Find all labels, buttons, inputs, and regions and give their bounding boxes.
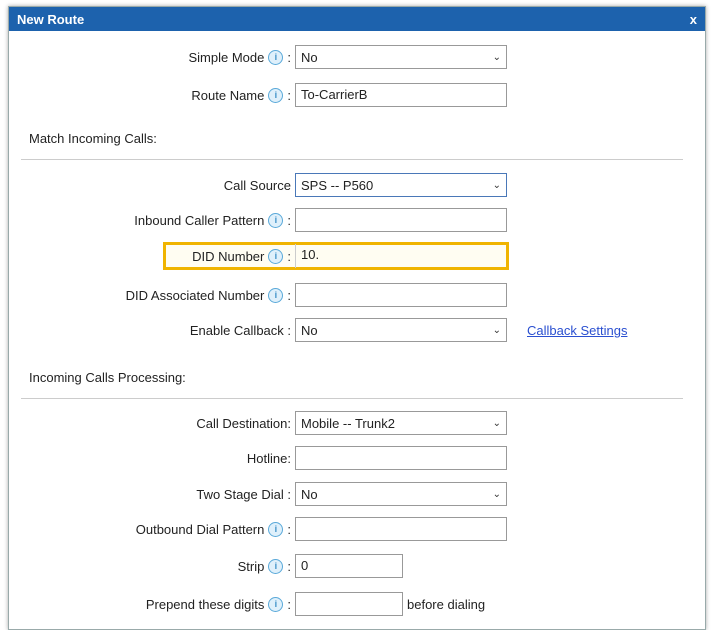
colon: :	[287, 597, 291, 612]
divider	[21, 159, 683, 160]
callback-settings-link[interactable]: Callback Settings	[527, 323, 627, 338]
call-source-label: Call Source	[223, 178, 291, 193]
chevron-down-icon: ⌄	[492, 51, 501, 63]
did-number-label: DID Number	[192, 249, 265, 264]
outbound-dial-pattern-row: Outbound Dial Pattern i:	[9, 517, 705, 543]
colon: :	[287, 559, 291, 574]
info-icon[interactable]: i	[268, 597, 284, 612]
prepend-input[interactable]	[295, 592, 403, 616]
did-associated-label: DID Associated Number	[125, 288, 265, 303]
route-name-input[interactable]: To-CarrierB	[295, 83, 507, 107]
call-destination-value: Mobile -- Trunk2	[301, 415, 395, 431]
colon: :	[287, 213, 291, 228]
strip-row: Strip i: 0	[9, 554, 705, 580]
two-stage-dial-row: Two Stage Dial : No ⌄	[9, 482, 705, 508]
info-icon[interactable]: i	[268, 559, 284, 574]
info-icon[interactable]: i	[268, 213, 284, 228]
close-icon[interactable]: x	[690, 12, 697, 27]
simple-mode-select[interactable]: No ⌄	[295, 45, 507, 69]
enable-callback-select[interactable]: No ⌄	[295, 318, 507, 342]
hotline-input[interactable]	[295, 446, 507, 470]
info-icon[interactable]: i	[268, 288, 284, 303]
section-match-incoming: Match Incoming Calls:	[29, 131, 157, 146]
route-name-row: Route Name i: To-CarrierB	[9, 83, 705, 109]
strip-input[interactable]: 0	[295, 554, 403, 578]
colon: :	[287, 50, 291, 65]
outbound-dial-pattern-input[interactable]	[295, 517, 507, 541]
call-source-row: Call Source SPS -- P560 ⌄	[9, 173, 705, 199]
enable-callback-label: Enable Callback :	[189, 323, 291, 338]
chevron-down-icon: ⌄	[492, 417, 501, 429]
info-icon[interactable]: i	[268, 88, 284, 103]
colon: :	[287, 88, 291, 103]
colon: :	[287, 288, 291, 303]
info-icon[interactable]: i	[268, 522, 284, 537]
call-source-select[interactable]: SPS -- P560 ⌄	[295, 173, 507, 197]
simple-mode-row: Simple Mode i: No ⌄	[9, 45, 705, 71]
chevron-down-icon: ⌄	[492, 179, 501, 191]
call-destination-label: Call Destination:	[196, 416, 291, 431]
colon: :	[287, 522, 291, 537]
colon: :	[287, 249, 291, 264]
info-icon[interactable]: i	[268, 249, 284, 264]
chevron-down-icon: ⌄	[492, 488, 501, 500]
hotline-label: Hotline:	[246, 451, 291, 466]
prepend-row: Prepend these digits i: before dialing	[9, 592, 705, 618]
info-icon[interactable]: i	[268, 50, 284, 65]
simple-mode-label: Simple Mode	[188, 50, 265, 65]
section-incoming-processing: Incoming Calls Processing:	[29, 370, 186, 385]
hotline-row: Hotline:	[9, 446, 705, 472]
two-stage-dial-label: Two Stage Dial :	[196, 487, 291, 502]
did-associated-row: DID Associated Number i:	[9, 283, 705, 309]
new-route-dialog: New Route x Simple Mode i: No ⌄ Route Name…	[8, 6, 706, 630]
prepend-label: Prepend these digits	[145, 597, 265, 612]
did-number-row: DID Number i: 10.	[9, 244, 705, 270]
did-associated-input[interactable]	[295, 283, 507, 307]
strip-label: Strip	[237, 559, 265, 574]
call-destination-row: Call Destination: Mobile -- Trunk2 ⌄	[9, 411, 705, 437]
call-destination-select[interactable]: Mobile -- Trunk2 ⌄	[295, 411, 507, 435]
divider	[21, 398, 683, 399]
call-source-value: SPS -- P560	[301, 177, 374, 193]
did-number-input[interactable]: 10.	[295, 244, 507, 268]
inbound-caller-pattern-row: Inbound Caller Pattern i:	[9, 208, 705, 234]
two-stage-dial-select[interactable]: No ⌄	[295, 482, 507, 506]
outbound-dial-pattern-label: Outbound Dial Pattern	[135, 522, 265, 537]
two-stage-dial-value: No	[301, 486, 318, 502]
inbound-caller-pattern-label: Inbound Caller Pattern	[134, 213, 265, 228]
route-name-label: Route Name	[191, 88, 265, 103]
inbound-caller-pattern-input[interactable]	[295, 208, 507, 232]
dialog-title: New Route	[17, 11, 85, 27]
before-dialing-text: before dialing	[407, 597, 486, 612]
title-bar: New Route x	[9, 7, 705, 31]
enable-callback-row: Enable Callback : No ⌄ Callback Settings	[9, 318, 705, 344]
chevron-down-icon: ⌄	[492, 324, 501, 336]
simple-mode-value: No	[301, 49, 318, 65]
enable-callback-value: No	[301, 322, 318, 338]
